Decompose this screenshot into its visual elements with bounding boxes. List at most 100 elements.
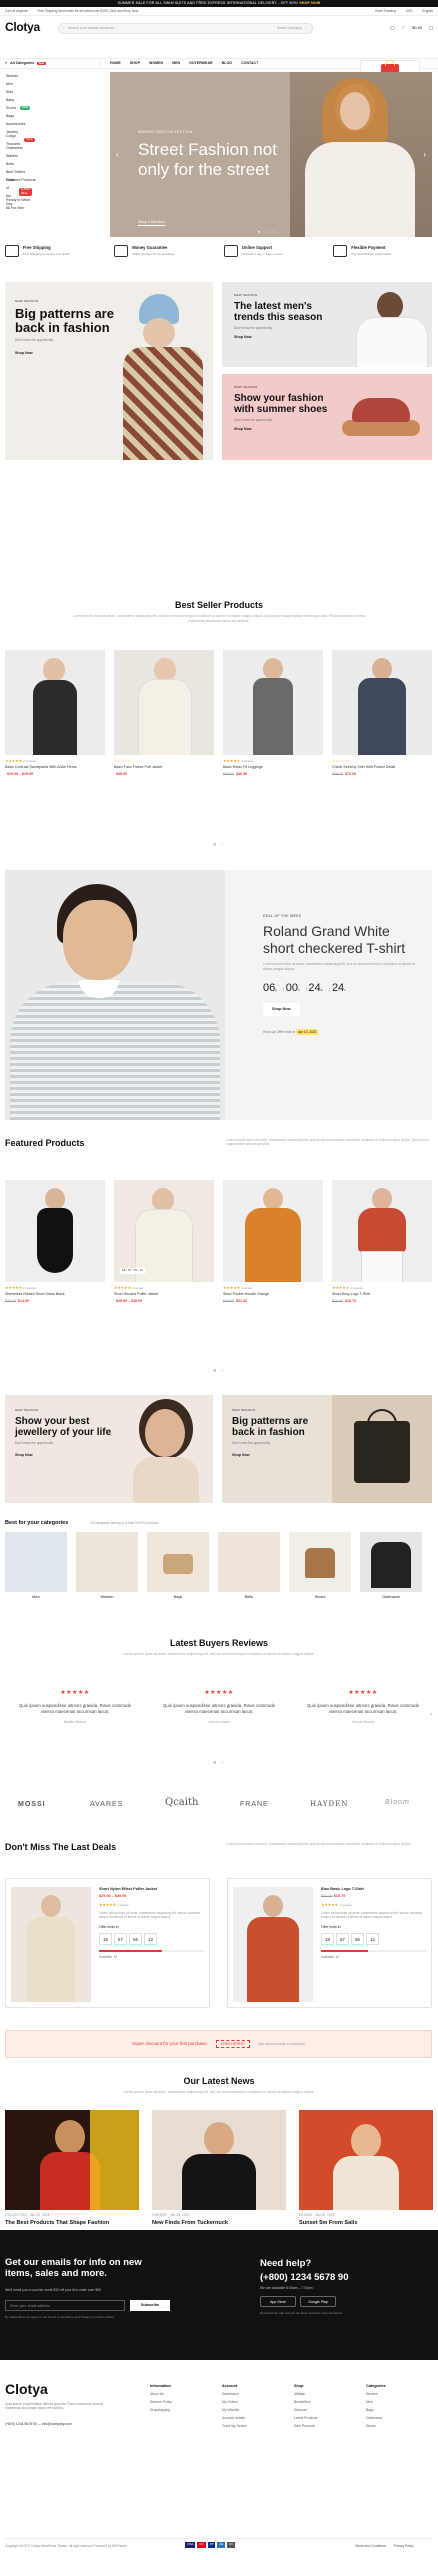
product-image[interactable]	[223, 1180, 323, 1282]
product-image[interactable]	[332, 1180, 432, 1282]
product-card[interactable]: ★★★★★ 2 reviews Short Boxy Logo T-Shirt …	[332, 1180, 432, 1303]
banner-shop-button[interactable]: Shop Now	[15, 1453, 115, 1458]
banner-big-patterns[interactable]: NEW SEASON Big patterns are back in fash…	[5, 282, 213, 460]
banner-big-patterns-2[interactable]: NEW SEASON Big patterns are back in fash…	[222, 1395, 432, 1503]
product-card[interactable]: ☆☆☆☆☆ Basic Faux Fleece Puff Jacket $49.…	[114, 650, 214, 776]
category-shoes[interactable]: Shoes	[289, 1532, 351, 1600]
news-category[interactable]: DESIGN	[299, 2213, 312, 2217]
news-category[interactable]: FASHION	[152, 2213, 167, 2217]
cart-total[interactable]: $0.00	[412, 25, 422, 30]
news-headline[interactable]: Sunset 5m From Salix	[299, 2220, 433, 2227]
all-categories-button[interactable]: ≡ All Categories New	[0, 58, 100, 69]
google-play-button[interactable]: Google Play	[300, 2296, 336, 2307]
sidebar-item-kids[interactable]: Kids	[0, 88, 100, 96]
news-card[interactable]: DESIGN · Jan 25, 2023 Sunset 5m From Sal…	[299, 2110, 433, 2240]
slider-prev-icon[interactable]: ‹	[116, 150, 119, 160]
footer-logo[interactable]: Clotya	[5, 2380, 48, 2398]
search-input[interactable]: Search your favorite products...	[68, 26, 117, 31]
currency-select[interactable]: USD	[406, 9, 413, 13]
footer-phone[interactable]: (+800) 1234 5678 90	[5, 2422, 37, 2426]
product-card[interactable]: 18 : 57 : 56 : 13 ★★★★★ 1 review Short H…	[114, 1180, 214, 1303]
deal-name[interactable]: Short Nylon Effect Puffer Jacket	[99, 1887, 204, 1892]
footer-link[interactable]: Bestsellers	[294, 2398, 318, 2406]
sidebar-item-featured[interactable]: Featured Products	[0, 176, 100, 184]
discount-code[interactable]: FREE15FIRST	[216, 2039, 251, 2049]
banner-shop-button[interactable]: Shop Now	[232, 1453, 332, 1458]
product-image[interactable]: 18 : 57 : 56 : 13	[114, 1180, 214, 1282]
product-image[interactable]	[223, 650, 323, 755]
announcement-cta[interactable]: SHOP NOW	[299, 1, 320, 5]
footer-link[interactable]: Track My Orders	[222, 2422, 247, 2430]
category-women[interactable]: Women	[76, 1532, 138, 1600]
carousel-dots[interactable]: ● ○	[0, 1368, 438, 1376]
slider-next-icon[interactable]: ›	[423, 150, 426, 160]
footer-link[interactable]: My Wishlist	[222, 2406, 247, 2414]
sidebar-item-shoes[interactable]: Shoes NEW	[0, 104, 100, 112]
product-card[interactable]: ★★★★★ 2 reviews Basic Contrast Sweatpant…	[5, 650, 105, 776]
sidebar-extra-ready[interactable]: Ready to Wear	[0, 196, 100, 204]
product-card[interactable]: ★★★★★ 2 reviews Basic Relax Fit Leggings…	[223, 650, 323, 776]
nav-home[interactable]: HOME	[110, 61, 121, 66]
nav-outerwear[interactable]: OUTERWEAR	[189, 61, 213, 66]
deal-name[interactable]: Blue Basic Logo T-Shirt	[321, 1887, 426, 1892]
banner-mens-trends[interactable]: NEW SEASON The latest men's trends this …	[222, 282, 432, 367]
sidebar-extra-fur[interactable]: All Fur Men	[0, 204, 100, 212]
news-card[interactable]: FASHION · Jan 25, 2023 New Finds From Tu…	[152, 2110, 286, 2240]
call-us[interactable]: Call Us Anytime	[5, 9, 28, 13]
site-logo[interactable]: Clotya	[5, 20, 40, 36]
product-name[interactable]: Short Hooded Puffer Jacket	[114, 1292, 214, 1297]
product-name[interactable]: Short Boxy Logo T-Shirt	[332, 1292, 432, 1297]
product-image[interactable]	[5, 1180, 105, 1282]
nav-blog[interactable]: BLOG	[222, 61, 232, 66]
footer-link[interactable]: About Us	[150, 2390, 172, 2398]
banner-shop-button[interactable]: Shop Now	[234, 427, 342, 432]
footer-email[interactable]: info@company.com	[42, 2422, 72, 2426]
banner-jewellery[interactable]: NEW SEASON Show your best jewellery of y…	[5, 1395, 213, 1503]
newsletter-email-input[interactable]: Enter your email address	[5, 2300, 125, 2311]
brand-logo[interactable]: Qcaith	[165, 1796, 198, 1809]
footer-link[interactable]: Account details	[222, 2414, 247, 2422]
sidebar-item-baby[interactable]: Baby	[0, 96, 100, 104]
sidebar-item-belts[interactable]: Belts	[0, 160, 100, 168]
footer-link[interactable]: Returns Policy	[150, 2398, 172, 2406]
footer-link[interactable]: Sale Products	[294, 2422, 318, 2430]
product-name[interactable]: Sleeveless Ribbed Short Dress Black	[5, 1292, 105, 1297]
deal-shop-button[interactable]: Shop Now	[263, 1003, 300, 1017]
product-image[interactable]	[5, 650, 105, 755]
product-name[interactable]: Basic Faux Fleece Puff Jacket	[114, 765, 214, 770]
footer-link[interactable]: My Orders	[222, 2398, 247, 2406]
footer-link[interactable]: Latest Products	[294, 2414, 318, 2422]
category-men[interactable]: Men	[5, 1532, 67, 1600]
cart-icon[interactable]: ▢	[429, 25, 433, 30]
footer-link[interactable]: Bags	[366, 2406, 386, 2414]
product-name[interactable]: Check Stretchy Shirt With Pocket Detail	[332, 765, 432, 770]
brand-logo[interactable]: AVARES	[90, 1800, 123, 1809]
news-headline[interactable]: The Best Products That Shape Fashion	[5, 2220, 139, 2227]
wishlist-icon[interactable]: ♡	[402, 25, 406, 30]
footer-link[interactable]: Dropshipping	[150, 2406, 172, 2414]
footer-link[interactable]: Discount	[294, 2406, 318, 2414]
nav-shop[interactable]: SHOP	[130, 61, 140, 66]
product-card[interactable]: ☆☆☆☆☆ Check Stretchy Shirt With Pocket D…	[332, 650, 432, 776]
news-headline[interactable]: New Finds From Tuckernuck	[152, 2220, 286, 2227]
hero-shop-button[interactable]: Shop Collection	[138, 220, 165, 226]
carousel-dots[interactable]: ● ○	[0, 842, 438, 850]
deal-image[interactable]	[233, 1887, 313, 2002]
footer-link[interactable]: Dashboard	[222, 2390, 247, 2398]
privacy-link[interactable]: Privacy Policy	[394, 2544, 414, 2548]
footer-link[interactable]: Shoes	[366, 2422, 386, 2430]
brand-logo[interactable]: MOSSI	[18, 1800, 46, 1809]
news-category[interactable]: COLLECTION	[5, 2213, 27, 2217]
reviews-next-icon[interactable]: ›	[430, 1712, 432, 1720]
news-image[interactable]	[5, 2110, 139, 2210]
brand-logo[interactable]: Bloom	[385, 1798, 410, 1807]
banner-shop-button[interactable]: Shop Now	[15, 351, 115, 356]
sidebar-item-outerwear[interactable]: Outerwear	[0, 144, 100, 152]
terms-link[interactable]: Terms and Conditions	[355, 2544, 386, 2548]
product-name[interactable]: Basic Contrast Sweatpants With Ankle Hem…	[5, 765, 105, 770]
news-image[interactable]	[152, 2110, 286, 2210]
brand-logo[interactable]: HAYDEN	[310, 1800, 348, 1809]
user-icon[interactable]: ◯	[390, 25, 394, 30]
news-image[interactable]	[299, 2110, 433, 2210]
product-card[interactable]: ★★★★★ 2 reviews Sleeveless Ribbed Short …	[5, 1180, 105, 1303]
